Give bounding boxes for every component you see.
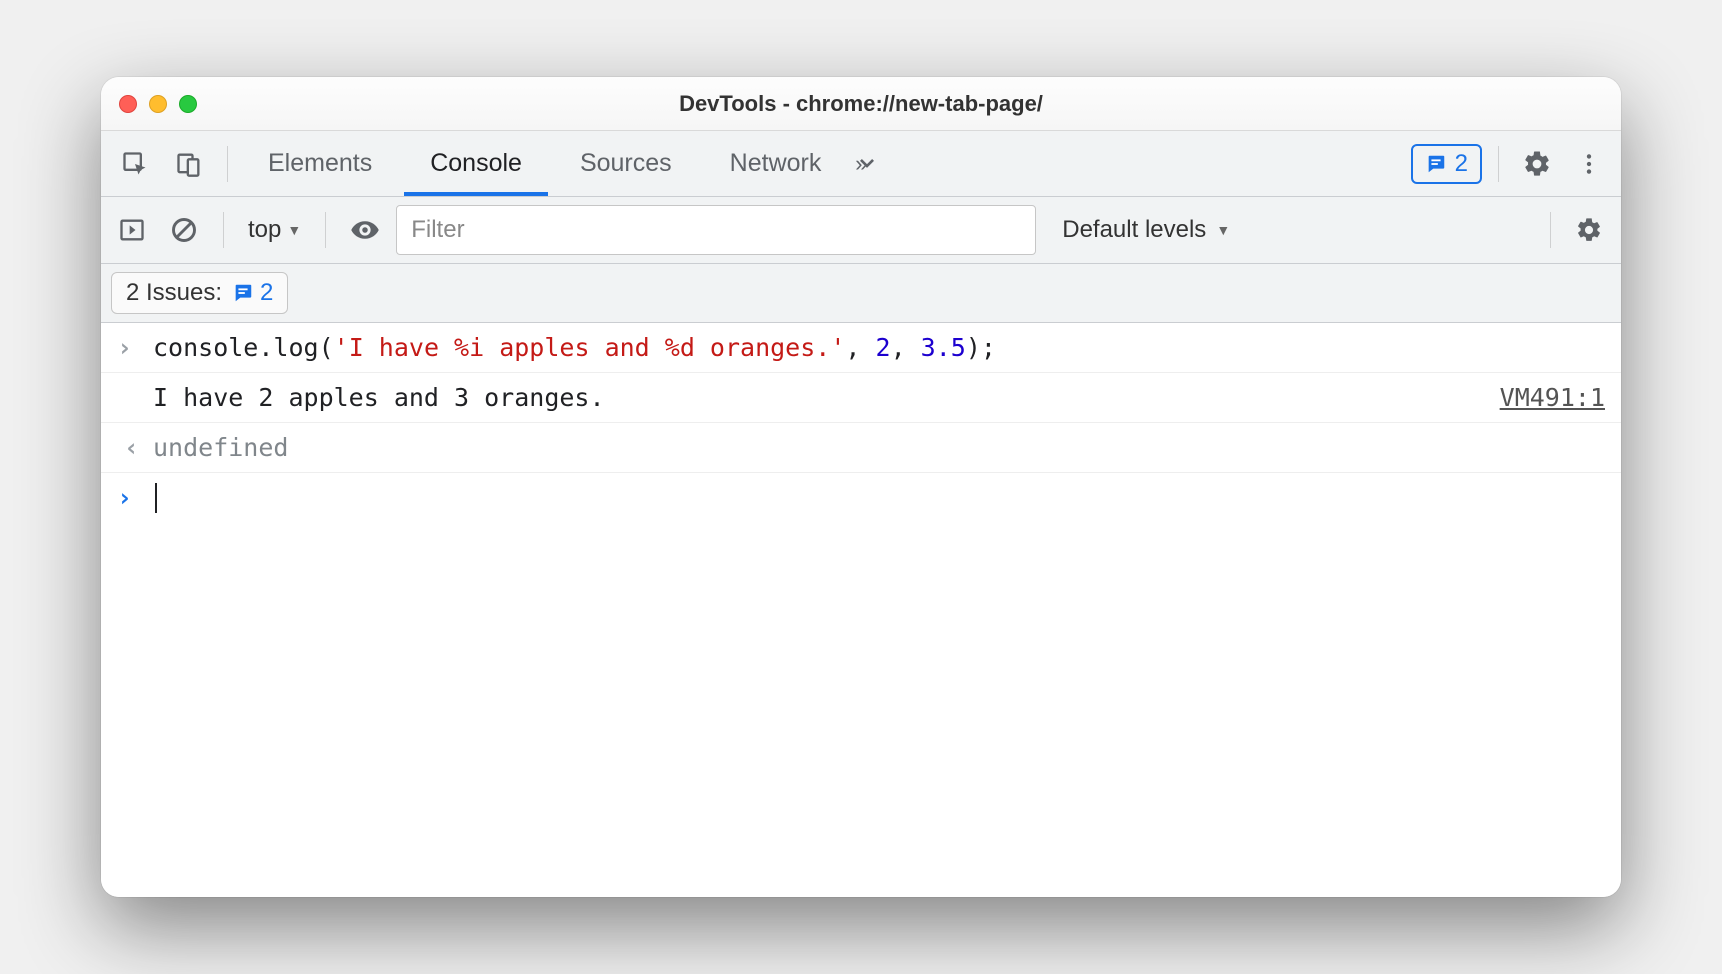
issues-label: 2 Issues: — [126, 279, 222, 307]
maximize-window-button[interactable] — [179, 95, 197, 113]
device-toggle-icon[interactable] — [165, 140, 213, 188]
issues-chip-count: 2 — [260, 279, 273, 307]
kebab-icon — [1576, 151, 1602, 177]
source-link[interactable]: VM491:1 — [1500, 383, 1605, 412]
minimize-window-button[interactable] — [149, 95, 167, 113]
console-input-row: › console.log('I have %i apples and %d o… — [101, 323, 1621, 373]
clear-icon — [170, 216, 198, 244]
divider — [1550, 212, 1551, 248]
dropdown-caret-icon: ▼ — [287, 222, 301, 238]
return-arrow-icon: › — [117, 433, 139, 462]
more-tabs-button[interactable]: » — [853, 144, 893, 184]
main-tabbar: Elements Console Sources Network » 2 — [101, 131, 1621, 197]
input-chevron-icon: › — [117, 333, 139, 362]
divider — [325, 212, 326, 248]
console-return-value: undefined — [153, 433, 1605, 462]
toggle-sidebar-button[interactable] — [111, 209, 153, 251]
console-input-code: console.log('I have %i apples and %d ora… — [153, 333, 1605, 362]
console-return-row: › undefined — [101, 423, 1621, 473]
live-expression-button[interactable] — [344, 209, 386, 251]
tab-network[interactable]: Network — [704, 131, 848, 196]
issues-bar: 2 Issues: 2 — [101, 264, 1621, 323]
more-options-button[interactable] — [1567, 142, 1611, 186]
settings-button[interactable] — [1515, 142, 1559, 186]
divider — [223, 212, 224, 248]
log-levels-selector[interactable]: Default levels ▼ — [1056, 212, 1236, 248]
levels-label: Default levels — [1062, 216, 1206, 244]
tab-console[interactable]: Console — [404, 131, 548, 196]
console-settings-button[interactable] — [1567, 208, 1611, 252]
console-prompt-row[interactable]: › — [101, 473, 1621, 523]
text-cursor — [155, 483, 157, 513]
console-log-message: I have 2 apples and 3 oranges. — [153, 383, 1486, 412]
tab-sources[interactable]: Sources — [554, 131, 698, 196]
close-window-button[interactable] — [119, 95, 137, 113]
chat-icon — [1425, 153, 1447, 175]
divider — [1498, 146, 1499, 182]
tab-elements[interactable]: Elements — [242, 131, 398, 196]
devtools-window: DevTools - chrome://new-tab-page/ Elemen… — [101, 77, 1621, 897]
context-label: top — [248, 216, 281, 244]
console-log-row: I have 2 apples and 3 oranges. VM491:1 — [101, 373, 1621, 423]
eye-icon — [350, 215, 380, 245]
gear-icon — [1522, 149, 1552, 179]
gear-icon — [1575, 216, 1603, 244]
console-toolbar: top ▼ Default levels ▼ — [101, 197, 1621, 264]
dropdown-caret-icon: ▼ — [1216, 222, 1230, 238]
console-prompt-input[interactable] — [153, 483, 1605, 513]
divider — [227, 146, 228, 182]
traffic-lights — [119, 95, 197, 113]
prompt-chevron-icon: › — [117, 483, 139, 512]
issues-count: 2 — [1455, 150, 1468, 178]
console-output: › console.log('I have %i apples and %d o… — [101, 323, 1621, 897]
issues-chip[interactable]: 2 Issues: 2 — [111, 272, 288, 314]
titlebar: DevTools - chrome://new-tab-page/ — [101, 77, 1621, 131]
clear-console-button[interactable] — [163, 209, 205, 251]
filter-input[interactable] — [396, 205, 1036, 255]
context-selector[interactable]: top ▼ — [242, 212, 307, 248]
issues-indicator[interactable]: 2 — [1411, 144, 1482, 184]
window-title: DevTools - chrome://new-tab-page/ — [101, 91, 1621, 117]
sidebar-icon — [118, 216, 146, 244]
inspect-element-icon[interactable] — [111, 140, 159, 188]
chat-icon — [232, 282, 254, 304]
